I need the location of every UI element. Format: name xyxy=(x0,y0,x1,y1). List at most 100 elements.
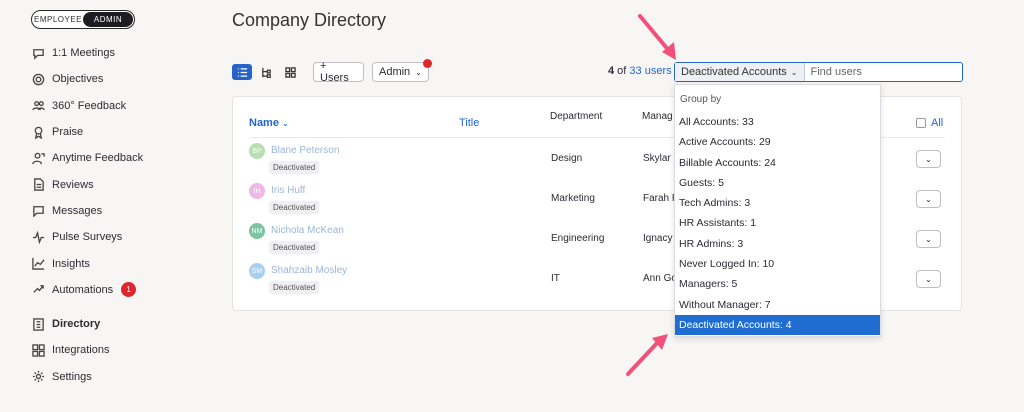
avatar: SM xyxy=(249,263,265,279)
employee-admin-toggle[interactable]: EMPLOYEE ADMIN xyxy=(31,10,135,29)
menu-item-active-accounts[interactable]: Active Accounts: 29 xyxy=(675,132,880,152)
avatar: NM xyxy=(249,223,265,239)
sort-chevron-icon: ⌄ xyxy=(282,119,289,128)
sidebar-item-1-1-meetings[interactable]: 1:1 Meetings xyxy=(32,40,192,66)
grid-icon xyxy=(32,344,45,357)
sidebar-item-label: Reviews xyxy=(52,178,94,191)
column-header-department[interactable]: Department xyxy=(550,111,602,122)
status-badge: Deactivated xyxy=(269,241,320,254)
menu-header: Group by xyxy=(680,94,722,105)
grid-icon xyxy=(284,66,296,78)
list-icon xyxy=(237,67,247,77)
group-by-menu: Group by All Accounts: 33 Active Account… xyxy=(674,84,881,337)
row-actions-button[interactable]: ⌄ xyxy=(916,190,941,208)
admin-dropdown-label: Admin xyxy=(379,66,411,78)
menu-item-guests[interactable]: Guests: 5 xyxy=(675,173,880,193)
admin-dropdown[interactable]: Admin ⌄ xyxy=(372,59,432,82)
status-badge: Deactivated xyxy=(269,281,320,294)
status-badge: Deactivated xyxy=(269,201,320,214)
sidebar-item-insights[interactable]: Insights xyxy=(32,250,192,276)
ribbon-icon xyxy=(32,126,45,139)
org-chart-icon xyxy=(261,67,271,78)
chevron-down-icon: ⌄ xyxy=(925,234,932,244)
sidebar-item-integrations[interactable]: Integrations xyxy=(32,337,192,363)
automation-icon xyxy=(32,283,45,296)
chevron-down-icon: ⌄ xyxy=(925,154,932,164)
sidebar-item-praise[interactable]: Praise xyxy=(32,119,192,145)
grid-view-button[interactable] xyxy=(280,64,300,80)
count-of: of xyxy=(614,65,630,77)
sidebar-item-reviews[interactable]: Reviews xyxy=(32,171,192,197)
group-by-select[interactable]: Deactivated Accounts ⌄ xyxy=(675,63,805,81)
column-name-label: Name xyxy=(249,117,279,129)
annotation-arrow-bottom xyxy=(626,334,668,376)
avatar: BP xyxy=(249,143,265,159)
sidebar-item-directory[interactable]: Directory xyxy=(32,311,192,337)
user-name-link[interactable]: Blane Peterson xyxy=(271,145,339,156)
chevron-down-icon: ⌄ xyxy=(925,274,932,284)
row-actions-button[interactable]: ⌄ xyxy=(916,230,941,248)
row-actions-button[interactable]: ⌄ xyxy=(916,270,941,288)
notification-dot xyxy=(423,59,432,68)
menu-item-managers[interactable]: Managers: 5 xyxy=(675,274,880,294)
department-cell: Design xyxy=(551,153,583,164)
sidebar-item-label: Messages xyxy=(52,204,103,217)
chevron-down-icon: ⌄ xyxy=(790,67,798,77)
user-filter: Deactivated Accounts ⌄ xyxy=(674,62,963,82)
directory-icon xyxy=(32,317,45,331)
chevron-down-icon: ⌄ xyxy=(925,194,932,204)
user-name-link[interactable]: Iris Huff xyxy=(271,185,305,196)
menu-item-billable-accounts[interactable]: Billable Accounts: 24 xyxy=(675,153,880,173)
menu-item-hr-assistants[interactable]: HR Assistants: 1 xyxy=(675,213,880,233)
group-by-selected: Deactivated Accounts xyxy=(681,66,787,78)
sidebar-item-360-feedback[interactable]: 360° Feedback xyxy=(32,93,192,119)
department-cell: IT xyxy=(551,273,560,284)
list-view-button[interactable] xyxy=(232,64,252,80)
sidebar-item-automations[interactable]: Automations 1 xyxy=(32,277,192,303)
sidebar-item-label: Pulse Surveys xyxy=(52,231,123,244)
select-all[interactable]: All xyxy=(916,117,943,129)
toggle-admin[interactable]: ADMIN xyxy=(83,12,133,27)
status-badge: Deactivated xyxy=(269,161,320,174)
menu-item-hr-admins[interactable]: HR Admins: 3 xyxy=(675,234,880,254)
pulse-icon xyxy=(32,230,45,244)
sidebar-item-label: Directory xyxy=(52,318,101,331)
message-icon xyxy=(32,204,45,218)
gear-icon xyxy=(32,370,45,383)
sidebar-item-label: 360° Feedback xyxy=(52,99,127,112)
toggle-employee[interactable]: EMPLOYEE xyxy=(33,12,83,27)
sidebar-item-pulse-surveys[interactable]: Pulse Surveys xyxy=(32,224,192,250)
sidebar-item-objectives[interactable]: Objectives xyxy=(32,66,192,92)
menu-item-all-accounts[interactable]: All Accounts: 33 xyxy=(675,112,880,132)
person-feedback-icon xyxy=(32,152,45,165)
column-header-name[interactable]: Name ⌄ xyxy=(249,117,289,129)
count-total-link[interactable]: 33 users xyxy=(629,65,671,77)
add-users-button[interactable]: + Users xyxy=(313,60,364,84)
sidebar-item-settings[interactable]: Settings xyxy=(32,364,192,390)
row-actions-button[interactable]: ⌄ xyxy=(916,150,941,168)
user-count: 4 of 33 users xyxy=(608,65,672,77)
find-users-input[interactable] xyxy=(804,66,955,78)
sidebar-item-anytime-feedback[interactable]: Anytime Feedback xyxy=(32,145,192,171)
menu-item-never-logged-in[interactable]: Never Logged In: 10 xyxy=(675,254,880,274)
automations-badge: 1 xyxy=(121,282,137,298)
sidebar-item-label: Automations xyxy=(52,283,114,296)
select-all-checkbox[interactable] xyxy=(916,118,926,128)
sidebar-item-label: Anytime Feedback xyxy=(52,152,144,165)
annotation-arrow-top xyxy=(638,14,676,60)
user-name-link[interactable]: Shahzaib Mosley xyxy=(271,265,347,276)
menu-item-deactivated-accounts[interactable]: Deactivated Accounts: 4 xyxy=(675,314,880,336)
sidebar-item-label: Settings xyxy=(52,370,92,383)
menu-item-tech-admins[interactable]: Tech Admins: 3 xyxy=(675,193,880,213)
people-icon xyxy=(32,99,45,112)
sidebar-item-messages[interactable]: Messages xyxy=(32,198,192,224)
view-switcher xyxy=(232,62,304,82)
chevron-down-icon: ⌄ xyxy=(415,67,422,77)
column-header-title[interactable]: Title xyxy=(459,117,479,129)
document-icon xyxy=(32,178,45,191)
org-chart-view-button[interactable] xyxy=(256,64,276,80)
sidebar-item-label: Integrations xyxy=(52,344,110,357)
user-name-link[interactable]: Nichola McKean xyxy=(271,225,344,236)
menu-item-without-manager[interactable]: Without Manager: 7 xyxy=(675,295,880,315)
sidebar-nav: 1:1 Meetings Objectives 360° Feedback Pr… xyxy=(32,40,192,390)
